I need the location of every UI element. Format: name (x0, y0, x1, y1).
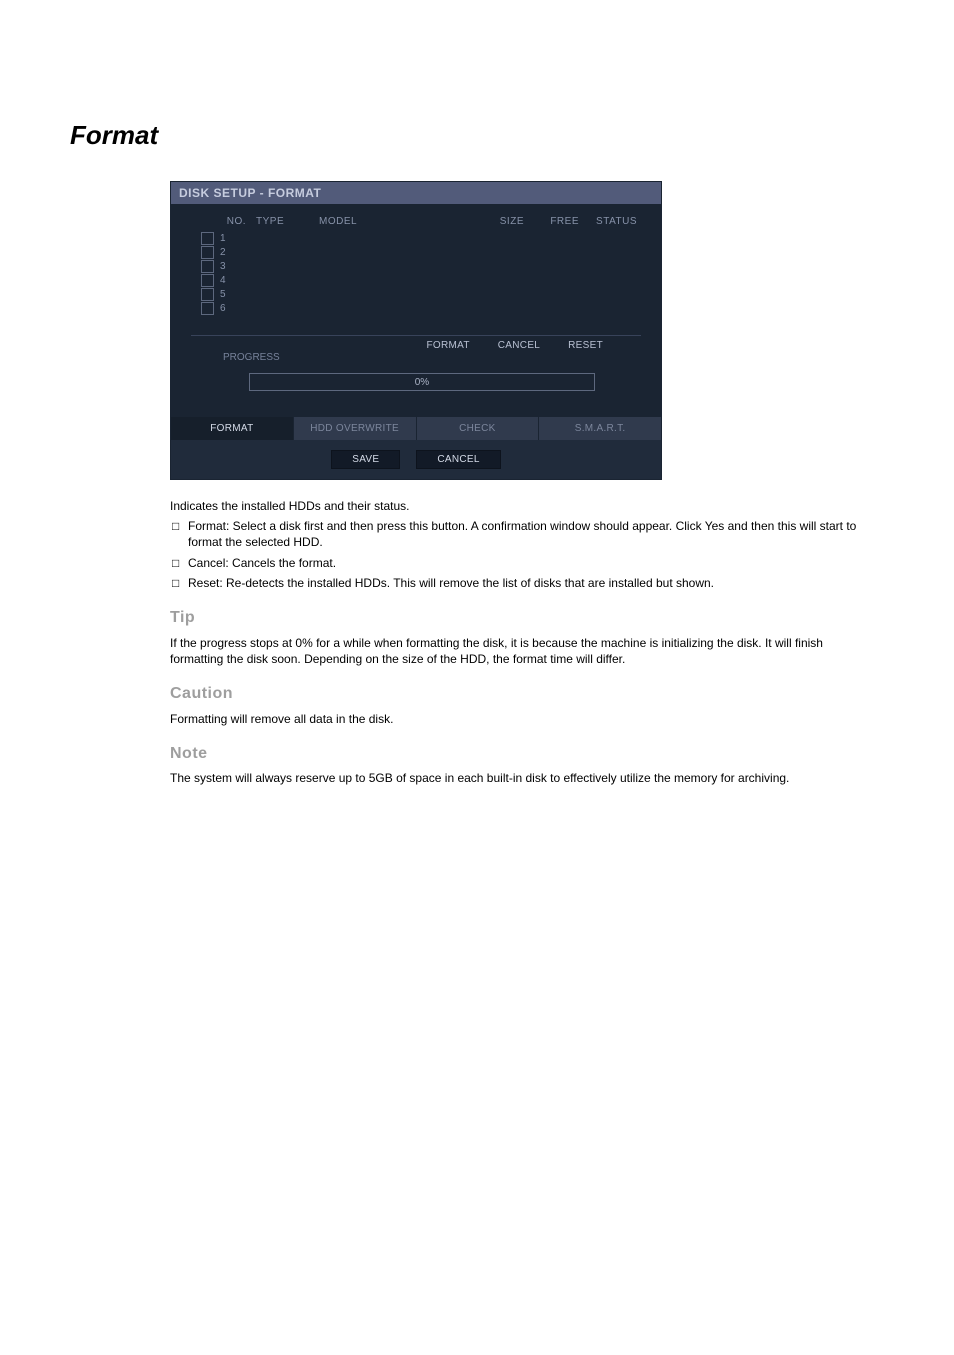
save-button[interactable]: SAVE (331, 450, 400, 469)
table-row: 1 (201, 231, 641, 245)
intro-line: Indicates the installed HDDs and their s… (170, 498, 860, 514)
row4-checkbox[interactable] (201, 274, 214, 287)
disk-table-headers: NO. TYPE MODEL SIZE FREE STATUS (191, 214, 641, 231)
section-heading: Format (70, 120, 884, 151)
operations-row: PROGRESS FORMAT CANCEL RESET (191, 340, 641, 363)
body-text: Indicates the installed HDDs and their s… (170, 498, 860, 786)
caution-text: Formatting will remove all data in the d… (170, 711, 860, 727)
row5-no: 5 (220, 289, 232, 300)
disk-setup-dialog: DISK SETUP - FORMAT NO. TYPE MODEL SIZE … (170, 181, 662, 480)
dialog-titlebar: DISK SETUP - FORMAT (171, 182, 661, 204)
col-status: STATUS (579, 216, 641, 227)
progress-label: PROGRESS (191, 340, 353, 363)
tip-heading: Tip (170, 607, 860, 629)
row1-no: 1 (220, 233, 232, 244)
tab-check[interactable]: CHECK (416, 417, 539, 440)
cancel-dialog-button[interactable]: CANCEL (416, 450, 500, 469)
disk-rows: 1 2 3 4 5 (191, 231, 641, 315)
tab-bar: FORMAT HDD OVERWRITE CHECK S.M.A.R.T. (171, 417, 661, 440)
li-cancel: Cancel: Cancels the format. (188, 555, 860, 571)
cancel-button[interactable]: CANCEL (498, 340, 540, 351)
table-row: 2 (201, 245, 641, 259)
row6-no: 6 (220, 303, 232, 314)
row4-no: 4 (220, 275, 232, 286)
progress-wrap: 0% (191, 363, 641, 409)
row3-no: 3 (220, 261, 232, 272)
row2-no: 2 (220, 247, 232, 258)
table-row: 6 (201, 301, 641, 315)
divider (191, 335, 641, 336)
col-free: FREE (524, 216, 579, 227)
reset-button[interactable]: RESET (568, 340, 603, 351)
table-row: 3 (201, 259, 641, 273)
col-size: SIZE (439, 216, 524, 227)
tab-format[interactable]: FORMAT (171, 417, 293, 440)
progress-bar: 0% (249, 373, 595, 391)
caution-heading: Caution (170, 683, 860, 705)
note-heading: Note (170, 743, 860, 765)
disk-table: NO. TYPE MODEL SIZE FREE STATUS 1 2 3 (171, 204, 661, 417)
row6-checkbox[interactable] (201, 302, 214, 315)
col-type: TYPE (256, 216, 301, 227)
note-text: The system will always reserve up to 5GB… (170, 770, 860, 786)
tab-hdd-overwrite[interactable]: HDD OVERWRITE (293, 417, 416, 440)
format-button[interactable]: FORMAT (427, 340, 470, 351)
col-no: NO. (191, 216, 256, 227)
dialog-footer: SAVE CANCEL (171, 440, 661, 479)
table-row: 4 (201, 273, 641, 287)
row2-checkbox[interactable] (201, 246, 214, 259)
li-format: Format: Select a disk first and then pre… (188, 518, 860, 550)
row5-checkbox[interactable] (201, 288, 214, 301)
progress-value: 0% (415, 377, 429, 388)
tip-text: If the progress stops at 0% for a while … (170, 635, 860, 667)
table-row: 5 (201, 287, 641, 301)
li-reset: Reset: Re-detects the installed HDDs. Th… (188, 575, 860, 591)
row3-checkbox[interactable] (201, 260, 214, 273)
row1-checkbox[interactable] (201, 232, 214, 245)
col-model: MODEL (301, 216, 439, 227)
tab-smart[interactable]: S.M.A.R.T. (538, 417, 661, 440)
